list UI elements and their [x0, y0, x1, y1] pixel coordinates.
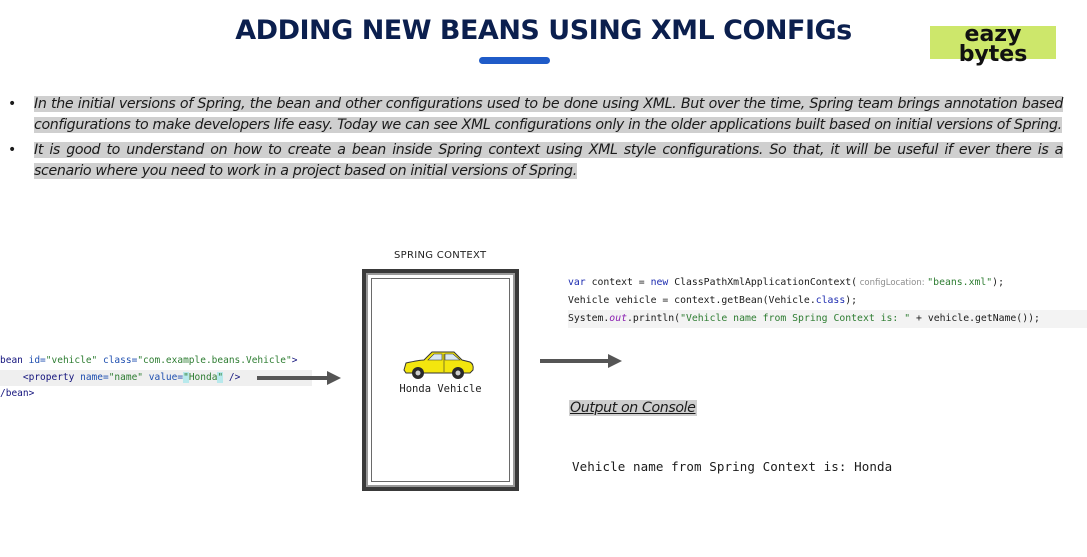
bullet-item: • In the initial versions of Spring, the…	[8, 94, 1063, 136]
xml-line-3: /bean>	[0, 388, 35, 399]
bullet-list: • In the initial versions of Spring, the…	[8, 94, 1063, 186]
spring-context-label: SPRING CONTEXT	[394, 250, 487, 261]
code-line-1: var context = new ClassPathXmlApplicatio…	[568, 277, 1004, 288]
output-heading: Output on Console	[569, 400, 697, 416]
bullet-icon: •	[8, 142, 17, 158]
logo-line-2: bytes	[958, 42, 1028, 67]
xml-line-1: bean id="vehicle" class="com.example.bea…	[0, 355, 298, 366]
bullet-text: In the initial versions of Spring, the b…	[34, 96, 1063, 133]
console-output: Vehicle name from Spring Context is: Hon…	[572, 459, 893, 474]
right-arrow-icon	[257, 371, 341, 385]
car-label: Honda Vehicle	[399, 383, 482, 395]
java-code-snippet: var context = new ClassPathXmlApplicatio…	[568, 274, 1087, 328]
eazybytes-logo: eazy bytes	[930, 24, 1056, 66]
bullet-item: • It is good to understand on how to cre…	[8, 140, 1063, 182]
bullet-icon: •	[8, 96, 17, 112]
title-underline	[479, 57, 550, 64]
car-icon	[403, 351, 474, 379]
right-arrow-icon	[540, 354, 622, 368]
code-line-3: System.out.println("Vehicle name from Sp…	[568, 310, 1087, 328]
code-line-2: Vehicle vehicle = context.getBean(Vehicl…	[568, 295, 858, 306]
page-title: ADDING NEW BEANS USING XML CONFIGs	[235, 15, 852, 46]
bullet-text: It is good to understand on how to creat…	[34, 142, 1063, 179]
